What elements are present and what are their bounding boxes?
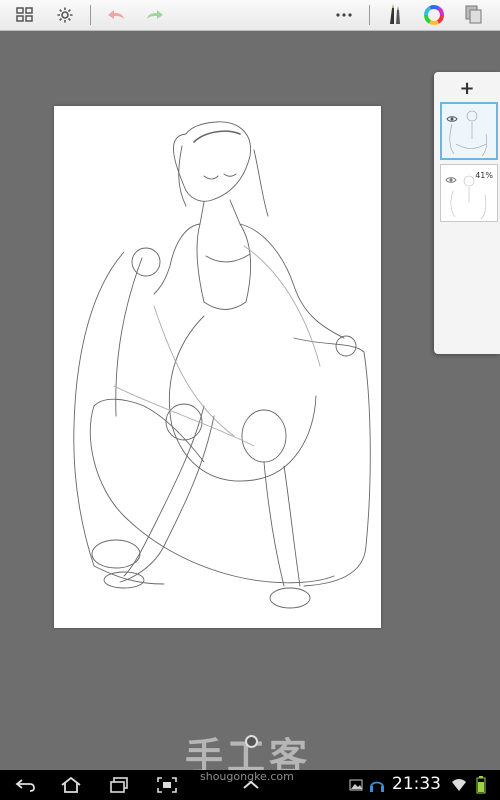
screenshot-icon[interactable] — [154, 775, 180, 795]
layer-1-thumbnail[interactable] — [440, 102, 498, 160]
canvas-handle[interactable] — [245, 735, 258, 748]
settings-icon[interactable] — [53, 3, 77, 27]
watermark-url: shougongke.com — [200, 770, 294, 783]
layer-2-thumbnail[interactable]: 41% — [440, 164, 498, 222]
brush-icon[interactable] — [383, 3, 407, 27]
toolbar-divider — [90, 5, 91, 25]
redo-icon[interactable] — [143, 3, 167, 27]
back-icon[interactable] — [12, 775, 38, 795]
more-icon[interactable] — [332, 3, 356, 27]
home-icon[interactable] — [58, 775, 84, 795]
color-wheel-icon[interactable] — [422, 3, 446, 27]
drawing-canvas[interactable] — [54, 106, 381, 628]
layer-sketch-preview — [450, 175, 487, 220]
sketch-drawing — [73, 121, 371, 609]
layer-sketch-preview — [449, 110, 488, 157]
battery-icon — [472, 775, 490, 795]
top-toolbar — [0, 0, 500, 31]
add-layer-button[interactable]: + — [434, 80, 500, 98]
gallery-icon[interactable] — [13, 3, 37, 27]
status-clock: 21:33 — [392, 774, 441, 794]
layers-panel: + 41% — [434, 72, 500, 354]
recent-apps-icon[interactable] — [106, 775, 132, 795]
toolbar-divider — [369, 5, 370, 25]
wifi-icon — [450, 775, 468, 795]
gallery-notification-icon — [348, 775, 364, 795]
headset-icon — [368, 775, 386, 795]
undo-icon[interactable] — [104, 3, 128, 27]
layers-copy-icon[interactable] — [462, 3, 486, 27]
